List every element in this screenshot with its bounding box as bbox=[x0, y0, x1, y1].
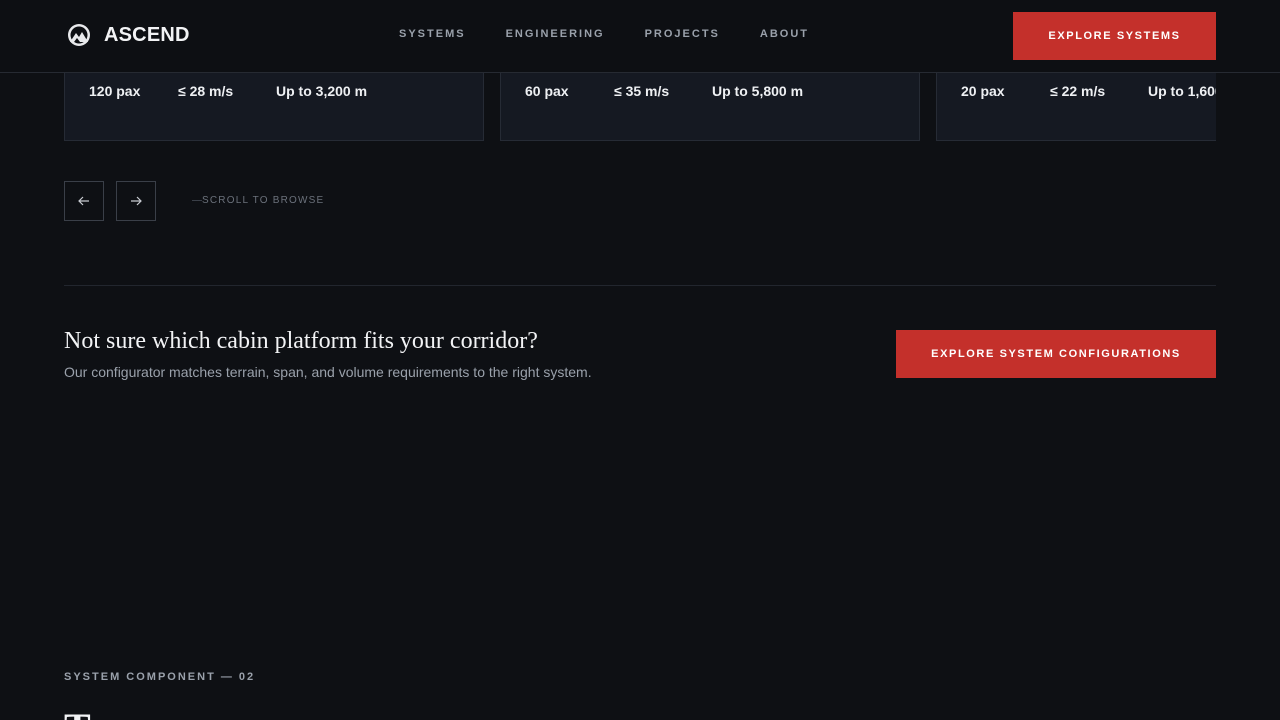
nav-item-systems[interactable]: SYSTEMS bbox=[399, 28, 466, 40]
spec-capacity: 120 pax bbox=[89, 83, 141, 99]
explore-configurations-button[interactable]: EXPLORE SYSTEM CONFIGURATIONS bbox=[896, 330, 1216, 378]
site-header: ASCEND SYSTEMS ENGINEERING PROJECTS ABOU… bbox=[0, 0, 1280, 73]
nav-item-engineering[interactable]: ENGINEERING bbox=[506, 28, 605, 40]
explore-systems-button[interactable]: EXPLORE SYSTEMS bbox=[1013, 12, 1216, 60]
scroll-hint-line bbox=[192, 200, 202, 201]
mountain-emblem-icon bbox=[68, 24, 90, 46]
section-eyebrow: SYSTEM COMPONENT — 02 bbox=[64, 671, 256, 683]
scroll-hint: SCROLL TO BROWSE bbox=[192, 195, 324, 206]
section-heading-text: T bbox=[64, 711, 108, 720]
arrow-right-icon bbox=[131, 196, 142, 206]
nav-item-about[interactable]: ABOUT bbox=[760, 28, 809, 40]
main-nav: SYSTEMS ENGINEERING PROJECTS ABOUT bbox=[399, 28, 809, 40]
spec-length: Up to 5,800 m bbox=[712, 83, 804, 99]
spec-length: Up to 3,200 m bbox=[276, 83, 368, 99]
nav-item-projects[interactable]: PROJECTS bbox=[645, 28, 720, 40]
carousel-prev-button[interactable] bbox=[64, 181, 104, 221]
brand-name: ASCEND bbox=[104, 23, 190, 46]
spec-length: Up to 1,600 m bbox=[1148, 83, 1216, 99]
spec-capacity: 20 pax bbox=[961, 83, 1005, 99]
brand-logo[interactable]: ASCEND bbox=[66, 22, 190, 48]
spec-row: 120 pax ≤ 28 m/s Up to 3,200 m bbox=[89, 83, 367, 99]
cta-title: Not sure which cabin platform fits your … bbox=[64, 328, 538, 354]
carousel-next-button[interactable] bbox=[116, 181, 156, 221]
section-heading: T bbox=[64, 711, 108, 720]
spec-capacity: 60 pax bbox=[525, 83, 569, 99]
scroll-hint-text: SCROLL TO BROWSE bbox=[202, 195, 325, 206]
spec-speed: ≤ 22 m/s bbox=[1050, 83, 1106, 99]
spec-speed: ≤ 35 m/s bbox=[614, 83, 670, 99]
cta-subtitle: Our configurator matches terrain, span, … bbox=[64, 364, 592, 380]
spec-row: 20 pax ≤ 22 m/s Up to 1,600 m bbox=[961, 83, 1216, 99]
arrow-left-icon bbox=[78, 196, 89, 206]
section-divider bbox=[64, 285, 1216, 286]
spec-row: 60 pax ≤ 35 m/s Up to 5,800 m bbox=[525, 83, 803, 99]
spec-speed: ≤ 28 m/s bbox=[178, 83, 234, 99]
